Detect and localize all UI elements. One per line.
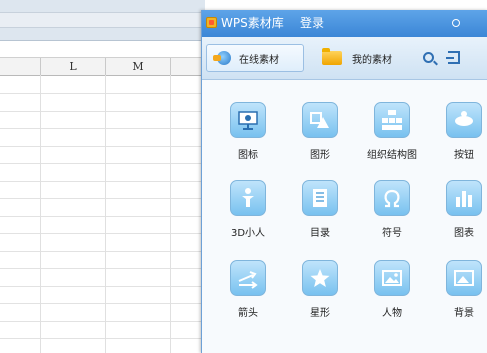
category-arrows[interactable]: 箭头 <box>218 260 278 319</box>
grid-divider <box>40 75 41 353</box>
category-charts[interactable]: 图表 <box>434 180 487 239</box>
category-label: 图形 <box>310 150 330 161</box>
grid-row-line <box>0 146 205 147</box>
category-stars[interactable]: 星形 <box>290 260 350 319</box>
omega-icon <box>374 180 410 216</box>
category-label: 组织结构图 <box>367 150 417 161</box>
search-icon[interactable] <box>423 52 434 63</box>
category-icons[interactable]: 图标 <box>218 102 278 161</box>
tab-label: 在线素材 <box>239 54 279 66</box>
category-buttons[interactable]: 按钮 <box>434 102 487 161</box>
panel-title: WPS素材库 <box>221 16 284 30</box>
category-symbols[interactable]: 符号 <box>362 180 422 239</box>
folder-icon <box>322 48 342 65</box>
tab-bar: 在线素材 我的素材 <box>202 37 487 80</box>
grid-row-line <box>0 93 205 94</box>
button-icon <box>446 102 482 138</box>
grid-row-line <box>0 111 205 112</box>
category-label: 图表 <box>454 228 474 239</box>
category-label: 图标 <box>238 150 258 161</box>
grid-row-line <box>0 268 205 269</box>
grid-row-line <box>0 181 205 182</box>
ribbon-area <box>0 0 205 41</box>
globe-icon <box>213 51 231 65</box>
category-people[interactable]: 人物 <box>362 260 422 319</box>
wps-material-panel: WPS素材库 登录 在线素材 我的素材 图标 图形 组织结构图 按钮 3D小人 … <box>201 10 487 353</box>
category-org-chart[interactable]: 组织结构图 <box>362 102 422 161</box>
bar-chart-icon <box>446 180 482 216</box>
menu-icon[interactable] <box>452 19 460 27</box>
grid-row-line <box>0 128 205 129</box>
category-label: 星形 <box>310 308 330 319</box>
arrows-icon <box>230 260 266 296</box>
login-link[interactable]: 登录 <box>300 16 324 30</box>
grid-row-line <box>0 303 205 304</box>
column-header-l[interactable]: L <box>41 58 106 75</box>
column-header-m[interactable]: M <box>106 58 171 75</box>
shapes-icon <box>302 102 338 138</box>
back-icon[interactable] <box>446 51 460 64</box>
category-label: 符号 <box>382 228 402 239</box>
star-icon <box>302 260 338 296</box>
category-3d-figures[interactable]: 3D小人 <box>218 180 278 239</box>
figure-icon <box>230 180 266 216</box>
category-label: 背景 <box>454 308 474 319</box>
formula-bar[interactable] <box>0 12 205 28</box>
picture-icon <box>374 260 410 296</box>
tab-my-material[interactable]: 我的素材 <box>310 44 408 72</box>
background-icon <box>446 260 482 296</box>
grid-divider <box>105 75 106 353</box>
category-label: 按钮 <box>454 150 474 161</box>
tab-online-material[interactable]: 在线素材 <box>206 44 304 72</box>
category-label: 3D小人 <box>230 228 266 239</box>
category-label: 人物 <box>382 308 402 319</box>
grid-row-line <box>0 198 205 199</box>
tab-label: 我的素材 <box>352 54 392 66</box>
grid-row-line <box>0 338 205 339</box>
grid-row-line <box>0 216 205 217</box>
grid-row-line <box>0 163 205 164</box>
org-chart-icon <box>374 102 410 138</box>
list-icon <box>302 180 338 216</box>
column-header[interactable] <box>0 58 41 75</box>
category-shapes[interactable]: 图形 <box>290 102 350 161</box>
category-label: 箭头 <box>238 308 258 319</box>
grid-row-line <box>0 321 205 322</box>
easel-icon <box>230 102 266 138</box>
category-backgrounds[interactable]: 背景 <box>434 260 487 319</box>
category-contents[interactable]: 目录 <box>290 180 350 239</box>
category-label: 目录 <box>310 228 330 239</box>
grid-row-line <box>0 233 205 234</box>
grid-row-line <box>0 286 205 287</box>
grid-divider <box>170 75 171 353</box>
panel-title-bar: WPS素材库 登录 <box>202 10 487 37</box>
grid-row-line <box>0 251 205 252</box>
category-grid: 图标 图形 组织结构图 按钮 3D小人 目录 符号 图表 箭头 星形 人物 背景 <box>202 80 487 353</box>
wps-logo-icon <box>206 17 217 28</box>
column-header-row: L M <box>0 57 207 76</box>
